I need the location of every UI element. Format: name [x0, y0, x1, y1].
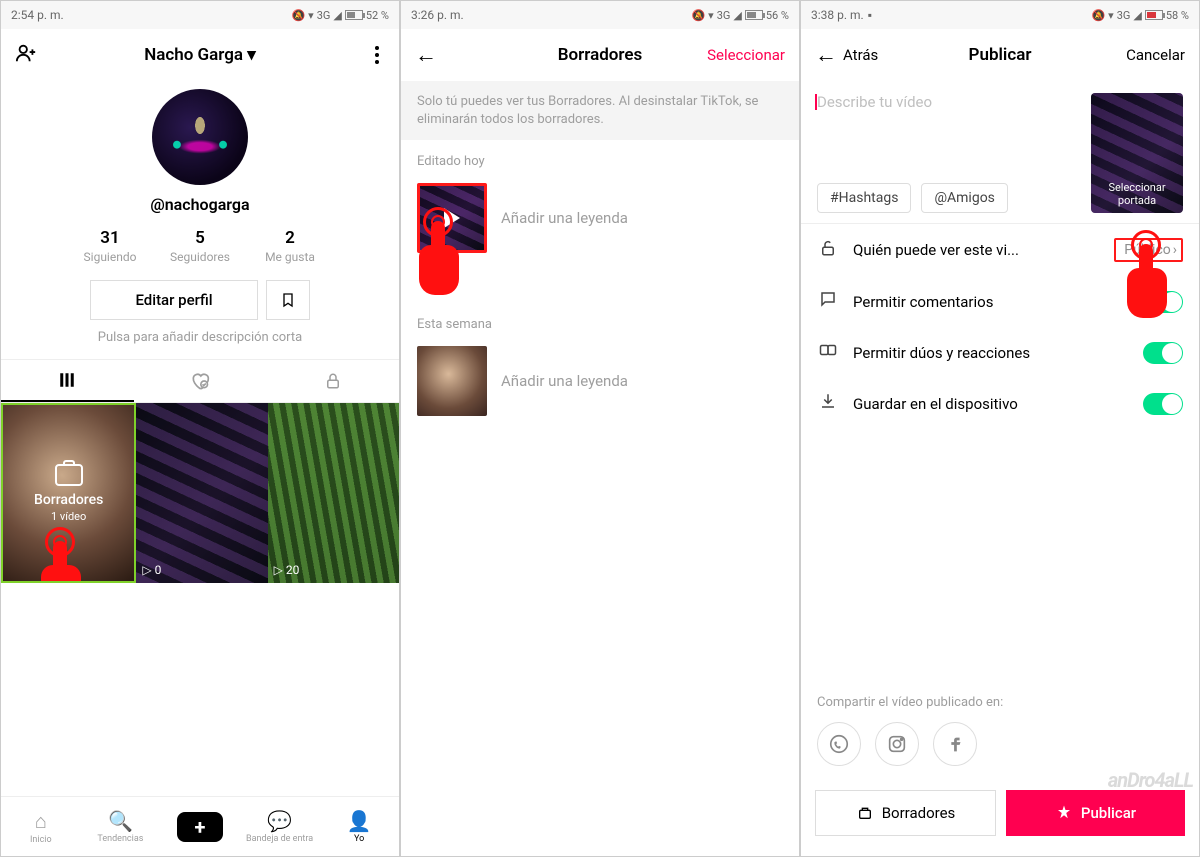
- share-label: Compartir el vídeo publicado en:: [817, 695, 1183, 710]
- drafts-button[interactable]: Borradores: [815, 790, 996, 836]
- tab-liked[interactable]: [134, 360, 267, 402]
- draft-row[interactable]: Añadir una leyenda: [401, 177, 799, 259]
- share-facebook-icon[interactable]: [933, 722, 977, 766]
- comment-icon: [817, 290, 839, 313]
- stat-following[interactable]: 31Siguiendo: [79, 228, 141, 264]
- status-bar: 2:54 p. m. 🔕▾3G◢ 52 %: [1, 1, 399, 29]
- publish-button[interactable]: Publicar: [1006, 790, 1185, 836]
- share-section: Compartir el vídeo publicado en:: [801, 681, 1199, 780]
- profile-section: @nachogarga 31Siguiendo 5Seguidores 2Me …: [1, 81, 399, 359]
- friends-button[interactable]: @Amigos: [921, 183, 1007, 213]
- hashtags-button[interactable]: #Hashtags: [817, 183, 911, 213]
- draft-thumbnail[interactable]: [417, 183, 487, 253]
- stat-likes[interactable]: 2Me gusta: [259, 228, 321, 264]
- drafts-topbar: ← Borradores Seleccionar: [401, 29, 799, 81]
- privacy-row[interactable]: Quién puede ver este vi... Público ›: [801, 224, 1199, 276]
- nav-home[interactable]: ⌂Inicio: [1, 809, 81, 845]
- description-input[interactable]: Describe tu vídeo: [817, 93, 1077, 111]
- caption-placeholder: Añadir una leyenda: [501, 372, 628, 390]
- status-bar: 3:26 p. m. 🔕▾3G◢ 56 %: [401, 1, 799, 29]
- cover-selector[interactable]: Seleccionar portada: [1091, 93, 1183, 213]
- play-icon: [444, 208, 460, 228]
- avatar[interactable]: [152, 89, 248, 185]
- back-icon[interactable]: ←: [415, 42, 437, 68]
- unlock-icon: [817, 239, 839, 262]
- status-bar: 3:38 p. m. ▪ 🔕▾3G◢ 58 %: [801, 1, 1199, 29]
- video-cell[interactable]: ▷ 0: [136, 403, 267, 583]
- bio-placeholder[interactable]: Pulsa para añadir descripción corta: [98, 330, 302, 345]
- video-cell[interactable]: ▷ 20: [268, 403, 399, 583]
- privacy-value[interactable]: Público ›: [1114, 238, 1183, 262]
- page-title: Borradores: [558, 45, 643, 65]
- cancel-button[interactable]: Cancelar: [1126, 46, 1185, 64]
- select-button[interactable]: Seleccionar: [707, 46, 785, 64]
- add-user-icon[interactable]: [15, 42, 37, 69]
- status-right: 🔕▾3G◢ 58 %: [1091, 9, 1189, 22]
- view-count: ▷ 0: [142, 563, 161, 577]
- nav-add[interactable]: +: [160, 812, 240, 842]
- status-time: 3:38 p. m. ▪: [811, 8, 872, 22]
- bottom-nav: ⌂Inicio 🔍Tendencias + 💬Bandeja de entra …: [1, 796, 399, 856]
- publish-topbar: ←Atrás Publicar Cancelar: [801, 29, 1199, 81]
- nav-inbox[interactable]: 💬Bandeja de entra: [240, 809, 320, 844]
- save-toggle[interactable]: [1143, 393, 1183, 415]
- drafts-cell[interactable]: Borradores 1 vídeo: [1, 403, 136, 583]
- section-header: Editado hoy: [401, 140, 799, 177]
- duets-row[interactable]: Permitir dúos y reacciones: [801, 327, 1199, 378]
- stats-row: 31Siguiendo 5Seguidores 2Me gusta: [79, 228, 321, 264]
- draft-row[interactable]: Añadir una leyenda: [401, 340, 799, 422]
- publish-settings: Quién puede ver este vi... Público › Per…: [801, 223, 1199, 429]
- caption-placeholder: Añadir una leyenda: [501, 209, 628, 227]
- description-section: Describe tu vídeo #Hashtags @Amigos Sele…: [801, 81, 1199, 223]
- status-time: 3:26 p. m.: [411, 8, 464, 22]
- save-row[interactable]: Guardar en el dispositivo: [801, 378, 1199, 429]
- video-grid: Borradores 1 vídeo ▷ 0 ▷ 20: [1, 403, 399, 583]
- drafts-icon: [55, 464, 83, 486]
- stat-followers[interactable]: 5Seguidores: [169, 228, 231, 264]
- edit-profile-button[interactable]: Editar perfil: [90, 280, 257, 320]
- comments-row[interactable]: Permitir comentarios: [801, 276, 1199, 327]
- bookmark-button[interactable]: [266, 280, 310, 320]
- duet-icon: [817, 341, 839, 364]
- status-right: 🔕▾3G◢ 56 %: [691, 9, 789, 22]
- comments-toggle[interactable]: [1143, 291, 1183, 313]
- profile-topbar: Nacho Garga ▾: [1, 29, 399, 81]
- duets-toggle[interactable]: [1143, 342, 1183, 364]
- cover-label: Seleccionar portada: [1091, 181, 1183, 207]
- more-menu-icon[interactable]: [369, 40, 385, 70]
- watermark: anDro4aLL: [1108, 768, 1193, 792]
- drafts-screen: 3:26 p. m. 🔕▾3G◢ 56 % ← Borradores Selec…: [400, 0, 800, 857]
- view-count: ▷ 20: [274, 563, 300, 577]
- status-time: 2:54 p. m.: [11, 8, 64, 22]
- nav-me[interactable]: 👤Yo: [319, 809, 399, 844]
- section-header: Esta semana: [401, 259, 799, 340]
- profile-screen: 2:54 p. m. 🔕▾3G◢ 52 % Nacho Garga ▾ @nac…: [0, 0, 400, 857]
- tab-private[interactable]: [266, 360, 399, 402]
- info-banner: Solo tú puedes ver tus Borradores. Al de…: [401, 81, 799, 140]
- share-whatsapp-icon[interactable]: [817, 722, 861, 766]
- status-right: 🔕▾3G◢ 52 %: [291, 9, 389, 22]
- download-icon: [817, 392, 839, 415]
- page-title: Publicar: [969, 45, 1032, 65]
- back-button[interactable]: ←Atrás: [815, 42, 878, 68]
- profile-name-dropdown[interactable]: Nacho Garga ▾: [144, 45, 256, 65]
- content-tabs: [1, 359, 399, 403]
- nav-trends[interactable]: 🔍Tendencias: [81, 809, 161, 844]
- publish-screen: 3:38 p. m. ▪ 🔕▾3G◢ 58 % ←Atrás Publicar …: [800, 0, 1200, 857]
- draft-thumbnail[interactable]: [417, 346, 487, 416]
- username-handle: @nachogarga: [150, 195, 249, 214]
- tab-grid[interactable]: [1, 360, 134, 402]
- share-instagram-icon[interactable]: [875, 722, 919, 766]
